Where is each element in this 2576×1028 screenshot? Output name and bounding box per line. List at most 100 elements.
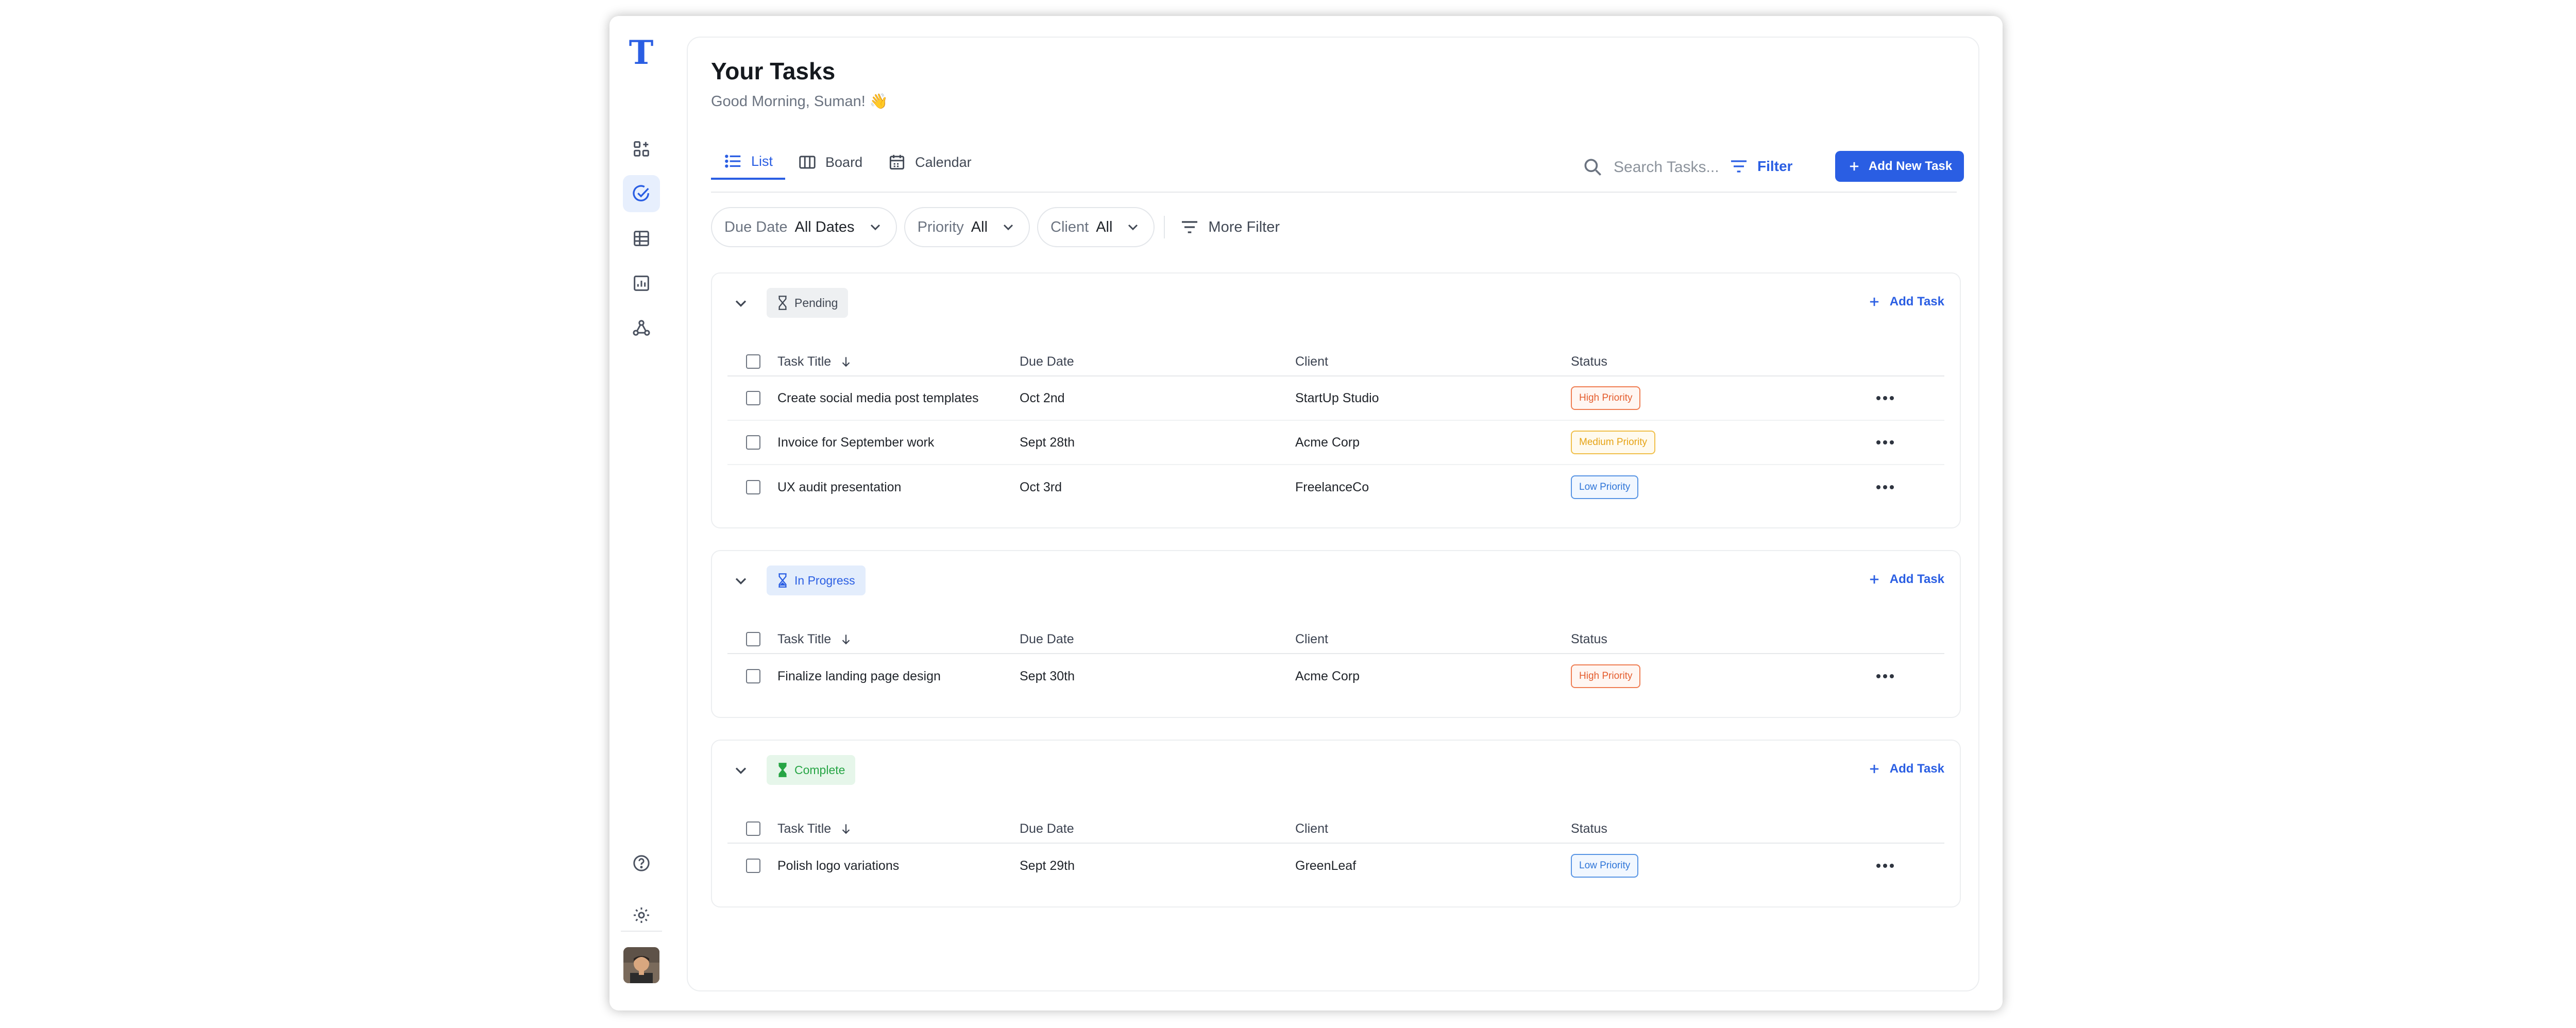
- column-label: Task Title: [777, 821, 832, 836]
- sidebar-item-settings[interactable]: [623, 897, 660, 934]
- row-more-button[interactable]: [1870, 673, 1901, 680]
- task-client: Acme Corp: [1295, 669, 1360, 683]
- task-title: Polish logo variations: [777, 858, 900, 873]
- task-due-date: Oct 3rd: [1020, 479, 1062, 494]
- table-row[interactable]: Polish logo variations Sept 29th GreenLe…: [727, 844, 1944, 888]
- sidebar-item-table[interactable]: [623, 220, 660, 257]
- filters-divider: [1164, 216, 1165, 238]
- row-more-button[interactable]: [1870, 395, 1901, 402]
- select-all-checkbox[interactable]: [746, 821, 760, 836]
- task-client: FreelanceCo: [1295, 479, 1369, 494]
- table-header: Task Title Due Date Client Status: [727, 815, 1944, 844]
- select-all-checkbox[interactable]: [746, 632, 760, 646]
- row-checkbox[interactable]: [746, 480, 760, 494]
- more-horizontal-icon: [1876, 396, 1894, 400]
- sidebar-item-help[interactable]: [623, 845, 660, 882]
- group-label: Pending: [794, 296, 838, 310]
- page-title: Your Tasks: [711, 58, 836, 84]
- filter-value: All Dates: [794, 218, 855, 235]
- filter-label: Filter: [1757, 158, 1793, 174]
- filter-key: Priority: [917, 218, 964, 235]
- app-logo[interactable]: T: [609, 37, 673, 70]
- chevron-down-icon[interactable]: [732, 572, 750, 590]
- more-filter-label: More Filter: [1208, 218, 1280, 235]
- priority-filter[interactable]: Priority All: [904, 207, 1030, 247]
- list-icon: [725, 155, 741, 168]
- row-checkbox[interactable]: [746, 435, 760, 450]
- client-filter[interactable]: Client All: [1037, 207, 1155, 247]
- column-task-title[interactable]: Task Title: [777, 632, 1020, 647]
- sidebar-item-dashboard[interactable]: [623, 130, 660, 167]
- column-due-date: Due Date: [1020, 821, 1074, 836]
- priority-badge: Low Priority: [1571, 854, 1639, 878]
- filter-icon: [1182, 221, 1198, 233]
- filter-icon: [1731, 160, 1747, 173]
- task-due-date: Sept 29th: [1020, 858, 1075, 873]
- row-more-button[interactable]: [1870, 484, 1901, 491]
- sidebar-item-tasks[interactable]: [623, 175, 660, 212]
- select-all-checkbox[interactable]: [746, 354, 760, 369]
- task-group-in-progress: In Progress Add Task Task Title Due Date…: [711, 550, 1961, 718]
- column-task-title[interactable]: Task Title: [777, 354, 1020, 369]
- task-title: Invoice for September work: [777, 435, 935, 450]
- board-icon: [799, 156, 816, 169]
- row-checkbox[interactable]: [746, 391, 760, 405]
- row-checkbox[interactable]: [746, 859, 760, 873]
- add-task-label: Add Task: [1889, 572, 1944, 586]
- column-status: Status: [1571, 354, 1607, 369]
- row-more-button[interactable]: [1870, 439, 1901, 446]
- grid-icon: [634, 231, 649, 246]
- add-task-button[interactable]: Add Task: [1867, 762, 1944, 776]
- group-label: Complete: [794, 763, 845, 777]
- filter-value: All: [1096, 218, 1113, 235]
- table-row[interactable]: UX audit presentation Oct 3rd FreelanceC…: [727, 465, 1944, 509]
- sidebar-item-network[interactable]: [623, 310, 660, 347]
- task-client: Acme Corp: [1295, 435, 1360, 450]
- task-client: StartUp Studio: [1295, 390, 1379, 405]
- tab-calendar[interactable]: Calendar: [875, 145, 984, 180]
- column-task-title[interactable]: Task Title: [777, 821, 1020, 836]
- tab-list[interactable]: List: [711, 145, 786, 180]
- gear-icon: [634, 907, 649, 923]
- table-row[interactable]: Invoice for September work Sept 28th Acm…: [727, 421, 1944, 465]
- row-more-button[interactable]: [1870, 862, 1901, 869]
- plus-icon: [1870, 575, 1878, 584]
- row-checkbox[interactable]: [746, 669, 760, 683]
- chevron-down-icon[interactable]: [732, 294, 750, 313]
- priority-badge: Medium Priority: [1571, 431, 1655, 454]
- more-filter-button[interactable]: More Filter: [1174, 207, 1285, 247]
- more-horizontal-icon: [1876, 674, 1894, 678]
- sidebar-divider: [621, 931, 662, 932]
- add-task-button[interactable]: Add Task: [1867, 295, 1944, 309]
- priority-badge: Low Priority: [1571, 475, 1639, 499]
- sidebar: T: [609, 16, 673, 1010]
- table-row[interactable]: Create social media post templates Oct 2…: [727, 376, 1944, 421]
- add-task-button[interactable]: Add Task: [1867, 572, 1944, 587]
- add-new-task-button[interactable]: Add New Task: [1835, 151, 1964, 182]
- table-row[interactable]: Finalize landing page design Sept 30th A…: [727, 654, 1944, 698]
- search-icon: [1584, 159, 1601, 176]
- help-icon: [633, 855, 650, 871]
- task-group-pending: Pending Add Task Task Title Due Date Cli…: [711, 272, 1961, 528]
- search-box[interactable]: Search Tasks...: [1582, 156, 1719, 179]
- task-client: GreenLeaf: [1295, 858, 1357, 873]
- avatar[interactable]: [623, 947, 659, 983]
- tab-label: Board: [825, 154, 863, 170]
- priority-badge: High Priority: [1571, 664, 1641, 688]
- chevron-down-icon: [1003, 224, 1013, 231]
- chart-icon: [634, 276, 649, 291]
- search-input[interactable]: Search Tasks...: [1614, 159, 1719, 176]
- column-status: Status: [1571, 631, 1607, 646]
- column-client: Client: [1295, 821, 1328, 836]
- arrow-down-icon: [842, 635, 850, 645]
- priority-badge: High Priority: [1571, 386, 1641, 410]
- chevron-down-icon[interactable]: [732, 761, 750, 780]
- tab-board[interactable]: Board: [785, 145, 875, 180]
- status-badge-pending: Pending: [767, 288, 849, 318]
- view-tabs: List Board Calendar: [711, 145, 984, 181]
- filter-button[interactable]: Filter: [1728, 156, 1792, 177]
- sidebar-item-reports[interactable]: [623, 265, 660, 302]
- task-title: Finalize landing page design: [777, 669, 941, 683]
- due-date-filter[interactable]: Due Date All Dates: [711, 207, 897, 247]
- filters-bar: Due Date All Dates Priority All Client A…: [711, 207, 1285, 247]
